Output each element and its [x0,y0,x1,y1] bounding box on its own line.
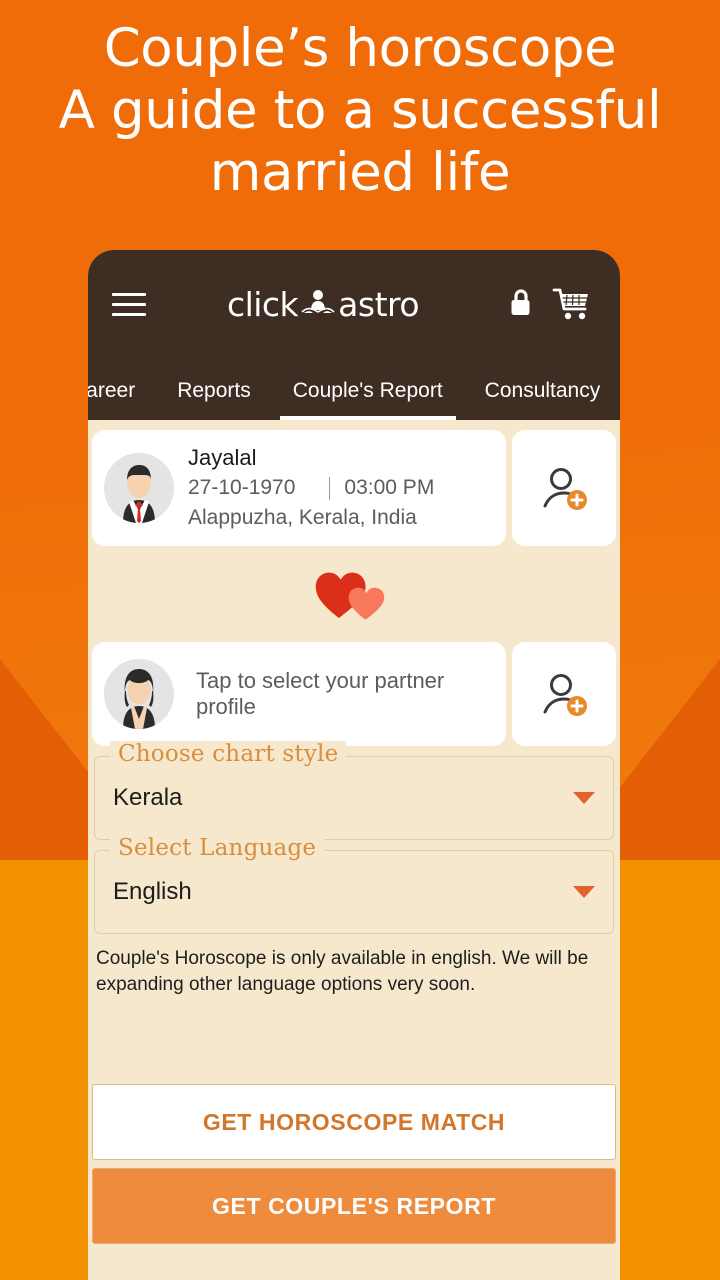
add-person-icon [543,468,587,510]
partner-profile-card[interactable]: Tap to select your partner profile [92,642,506,746]
language-value: English [113,878,192,905]
self-profile-row: Jayalal 27-10-1970 03:00 PM Alappuzha, K… [88,430,620,546]
get-horoscope-match-button[interactable]: GET HOROSCOPE MATCH [92,1084,616,1160]
two-hearts-icon [88,546,620,642]
chart-style-field: Choose chart style Kerala [94,741,614,840]
brand-name-right: astro [338,284,420,324]
add-partner-profile-button[interactable] [512,642,616,746]
padlock-icon[interactable] [494,286,546,322]
get-couples-report-button[interactable]: GET COUPLE'S REPORT [92,1168,616,1244]
brand-name-left: click [226,284,299,324]
app-bar: click astro [88,250,620,358]
female-avatar-bob-blazer [104,659,174,729]
tab-couples-report[interactable]: Couple's Report [272,379,464,420]
language-select[interactable]: English [94,850,614,934]
meditating-figure-icon [300,286,336,322]
add-person-icon [543,674,587,716]
phone-mockup: click astro areer Reports Couple's Repor… [88,250,620,1280]
headline-line-3: married life [209,142,511,203]
shopping-cart-icon[interactable] [546,286,598,322]
bottom-spacer [92,1244,616,1280]
couples-report-form: Jayalal 27-10-1970 03:00 PM Alappuzha, K… [88,420,620,1280]
chevron-down-icon[interactable] [573,886,595,898]
self-profile-name: Jayalal [188,445,257,470]
self-profile-datetime: 27-10-1970 03:00 PM [188,474,434,502]
language-label: Select Language [110,835,325,861]
headline-line-1: Couple’s horoscope [103,18,617,79]
tab-consultancy[interactable]: Consultancy [464,379,620,420]
male-avatar-suit-red-tie [104,453,174,523]
self-profile-date: 27-10-1970 [188,476,296,499]
partner-profile-placeholder: Tap to select your partner profile [196,668,445,719]
add-self-profile-button[interactable] [512,430,616,546]
promo-screenshot: Couple’s horoscope A guide to a successf… [0,0,720,1280]
chart-style-select[interactable]: Kerala [94,756,614,840]
partner-profile-row: Tap to select your partner profile [88,642,620,746]
datetime-divider [329,476,331,500]
language-availability-note: Couple's Horoscope is only available in … [96,948,589,995]
app-logo[interactable]: click astro [152,285,494,324]
language-field: Select Language English [94,835,614,934]
headline-line-2: A guide to a successful [58,80,662,141]
form-actions: GET HOROSCOPE MATCH GET COUPLE'S REPORT [88,1084,620,1280]
self-profile-card[interactable]: Jayalal 27-10-1970 03:00 PM Alappuzha, K… [92,430,506,546]
chevron-down-icon[interactable] [573,792,595,804]
chart-style-value: Kerala [113,784,183,811]
tab-bar[interactable]: Career Reports Couple's Report Consultan… [88,358,620,420]
tab-career[interactable]: Career [88,379,156,420]
self-profile-time: 03:00 PM [344,476,435,499]
promo-headline: Couple’s horoscope A guide to a successf… [0,18,720,204]
tab-reports[interactable]: Reports [156,379,272,420]
self-profile-place: Alappuzha, Kerala, India [188,506,417,529]
chart-style-label: Choose chart style [110,741,347,767]
hamburger-menu-icon[interactable] [112,292,146,316]
